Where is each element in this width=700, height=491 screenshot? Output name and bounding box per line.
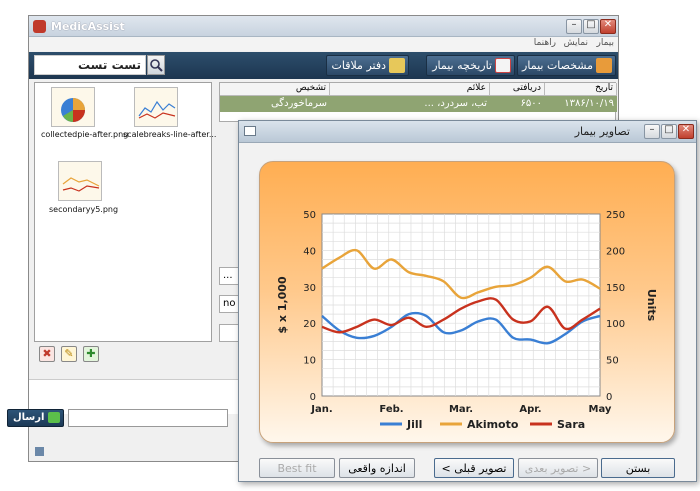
appointments-button[interactable]: دفتر ملاقات <box>326 55 409 76</box>
menu-item-help[interactable]: راهنما <box>534 38 556 48</box>
arrow-icon <box>48 412 60 423</box>
toolbar: تست تست دفتر ملاقات تاریخچه بیمار مشخصات… <box>29 52 618 79</box>
table-cell[interactable]: تب، سردرد، ... <box>330 96 490 112</box>
pie-chart-icon <box>61 98 85 122</box>
best-fit-button[interactable]: Best fit <box>259 458 335 478</box>
menu-bar: بیمار نمایش راهنما <box>29 37 618 51</box>
legend-label: Sara <box>557 418 585 431</box>
message-input[interactable] <box>68 409 228 427</box>
actual-size-button[interactable]: اندازه واقعی <box>339 458 415 478</box>
patient-images-dialog: تصاویر بیمار – □ ✕ 0 10 20 30 40 50 0 50 100 150 2… <box>238 120 697 482</box>
thumbnail-label: secondaryy5.png <box>49 205 119 214</box>
y-tick-label: 30 <box>303 283 316 294</box>
next-image-button[interactable]: < تصویر بعدی <box>518 458 598 478</box>
thumbnail-label: scalebreaks-line-after... <box>123 130 217 139</box>
table-header[interactable]: تشخیص <box>220 83 330 96</box>
x-tick-label: Apr. <box>519 404 541 415</box>
add-icon: ✚ <box>86 347 96 360</box>
search-input[interactable]: تست تست <box>78 58 141 72</box>
x-tick-label: May <box>589 404 612 415</box>
status-icon <box>35 447 44 456</box>
y2-tick-label: 0 <box>606 392 612 403</box>
app-logo-icon <box>33 20 46 33</box>
table-header[interactable]: علائم <box>330 83 490 96</box>
edit-button[interactable]: ✎ <box>61 346 77 362</box>
x-tick-label: Mar. <box>449 404 473 415</box>
patient-history-label: تاریخچه بیمار <box>432 59 492 72</box>
form-field[interactable] <box>219 324 239 342</box>
calendar-icon <box>495 58 511 73</box>
table-cell[interactable]: ۱۳۸۶/۱۰/۱۹ <box>545 96 617 112</box>
patient-history-button[interactable]: تاریخچه بیمار <box>426 55 515 76</box>
menu-item-view[interactable]: نمایش <box>564 38 588 48</box>
form-field[interactable]: ... <box>219 267 239 285</box>
dialog-title: تصاویر بیمار <box>574 125 630 138</box>
y-tick-label: 0 <box>310 392 316 403</box>
send-button[interactable]: ارسال <box>7 409 64 427</box>
patient-info-label: مشخصات بیمار <box>522 59 593 72</box>
patient-info-button[interactable]: مشخصات بیمار <box>517 55 616 76</box>
main-title-bar: MedicAssist – □ ✕ <box>29 16 618 37</box>
line-chart-icon <box>138 100 176 119</box>
y2-tick-label: 50 <box>606 356 619 367</box>
table-cell[interactable]: سرماخوردگی <box>220 96 330 112</box>
thumbnail-label: collectedpie-after.png <box>41 130 129 139</box>
dialog-close-button[interactable]: ✕ <box>678 124 694 139</box>
appointments-label: دفتر ملاقات <box>331 59 386 72</box>
x-tick-label: Jan. <box>310 404 332 415</box>
search-button[interactable] <box>147 55 165 75</box>
maximize-button[interactable]: □ <box>583 19 599 34</box>
search-field[interactable]: تست تست <box>34 55 146 75</box>
line-chart-icon <box>62 177 100 192</box>
x-tick-label: Feb. <box>379 404 403 415</box>
send-label: ارسال <box>13 412 45 423</box>
y2-tick-label: 250 <box>606 210 625 221</box>
y2-axis-label: Units <box>645 289 658 322</box>
legend-label: Akimoto <box>467 418 519 431</box>
table-header[interactable]: تاریخ <box>545 83 617 96</box>
thumbnail-panel: collectedpie-after.png scalebreaks-line-… <box>34 82 216 342</box>
form-field[interactable]: no <box>219 295 239 313</box>
thumbnail-image[interactable] <box>134 87 178 127</box>
app-title: MedicAssist <box>51 20 125 33</box>
legend-label: Jill <box>406 418 422 431</box>
window-icon <box>244 126 256 136</box>
dialog-minimize-button[interactable]: – <box>644 124 660 139</box>
delete-icon: ✖ <box>42 347 52 360</box>
y-tick-label: 10 <box>303 356 316 367</box>
y-tick-label: 20 <box>303 319 316 330</box>
y-tick-label: 50 <box>303 210 316 221</box>
y2-tick-label: 100 <box>606 319 625 330</box>
y-tick-label: 40 <box>303 246 316 257</box>
minimize-button[interactable]: – <box>566 19 582 34</box>
y-axis-label: $ x 1,000 <box>276 276 289 334</box>
dialog-title-bar: تصاویر بیمار – □ ✕ <box>239 121 696 143</box>
table-cell[interactable]: ۶۵۰۰ <box>490 96 545 112</box>
thumbnail-image[interactable] <box>51 87 95 127</box>
y2-tick-label: 150 <box>606 283 625 294</box>
notebook-icon <box>389 58 405 73</box>
search-icon <box>150 59 163 72</box>
users-icon <box>596 58 612 73</box>
visits-table: تشخیص علائم دریافتی تاریخ سرماخوردگی تب،… <box>219 82 617 122</box>
y2-tick-label: 200 <box>606 246 625 257</box>
close-dialog-button[interactable]: بستن <box>601 458 675 478</box>
close-button[interactable]: ✕ <box>600 19 616 34</box>
line-chart: 0 10 20 30 40 50 0 50 100 150 200 250 Jan. Feb. Mar. Ap… <box>276 210 658 431</box>
dialog-maximize-button[interactable]: □ <box>661 124 677 139</box>
thumbnail-image[interactable] <box>58 161 102 201</box>
menu-item-patient[interactable]: بیمار <box>596 38 614 48</box>
add-button[interactable]: ✚ <box>83 346 99 362</box>
delete-button[interactable]: ✖ <box>39 346 55 362</box>
edit-icon: ✎ <box>64 347 74 360</box>
table-header[interactable]: دریافتی <box>490 83 545 96</box>
chart-image: 0 10 20 30 40 50 0 50 100 150 200 250 Jan. Feb. Mar. Ap… <box>259 161 675 443</box>
prev-image-button[interactable]: تصویر قبلی > <box>434 458 514 478</box>
